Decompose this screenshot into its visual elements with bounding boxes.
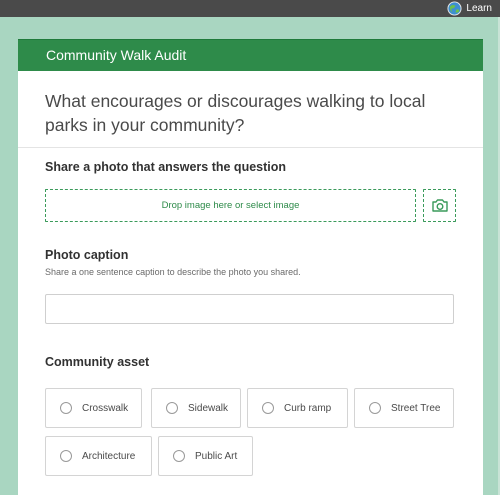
dropzone-text: Drop image here or select image bbox=[161, 200, 300, 211]
option-curb-ramp[interactable]: Curb ramp bbox=[247, 388, 348, 428]
option-street-tree[interactable]: Street Tree bbox=[354, 388, 454, 428]
caption-label: Photo caption bbox=[45, 248, 129, 262]
radio-circle-icon bbox=[262, 402, 274, 414]
globe-icon bbox=[447, 1, 462, 16]
image-dropzone[interactable]: Drop image here or select image bbox=[45, 189, 416, 222]
survey-form: Community Walk Audit What encourages or … bbox=[18, 39, 483, 495]
top-bar: Learn bbox=[0, 0, 500, 17]
option-sidewalk[interactable]: Sidewalk bbox=[151, 388, 241, 428]
caption-hint: Share a one sentence caption to describe… bbox=[45, 267, 301, 277]
option-architecture[interactable]: Architecture bbox=[45, 436, 152, 476]
learn-label: Learn bbox=[466, 3, 492, 14]
option-public-art[interactable]: Public Art bbox=[158, 436, 253, 476]
form-title: Community Walk Audit bbox=[18, 39, 483, 71]
radio-circle-icon bbox=[166, 402, 178, 414]
option-label: Public Art bbox=[195, 450, 238, 462]
option-label: Curb ramp bbox=[284, 402, 332, 414]
option-label: Street Tree bbox=[391, 402, 441, 414]
camera-icon bbox=[431, 199, 448, 212]
photo-question-label: Share a photo that answers the question bbox=[45, 160, 287, 174]
radio-circle-icon bbox=[369, 402, 381, 414]
radio-circle-icon bbox=[60, 450, 72, 462]
section-divider bbox=[18, 147, 483, 148]
radio-circle-icon bbox=[173, 450, 185, 462]
option-label: Crosswalk bbox=[82, 402, 129, 414]
option-label: Sidewalk bbox=[188, 402, 229, 414]
camera-button[interactable] bbox=[423, 189, 456, 222]
caption-input[interactable] bbox=[45, 294, 454, 324]
option-crosswalk[interactable]: Crosswalk bbox=[45, 388, 142, 428]
option-label: Architecture bbox=[82, 450, 136, 462]
radio-circle-icon bbox=[60, 402, 72, 414]
form-question: What encourages or discourages walking t… bbox=[45, 91, 426, 135]
asset-label: Community asset bbox=[45, 355, 150, 369]
learn-link[interactable]: Learn bbox=[447, 0, 492, 17]
